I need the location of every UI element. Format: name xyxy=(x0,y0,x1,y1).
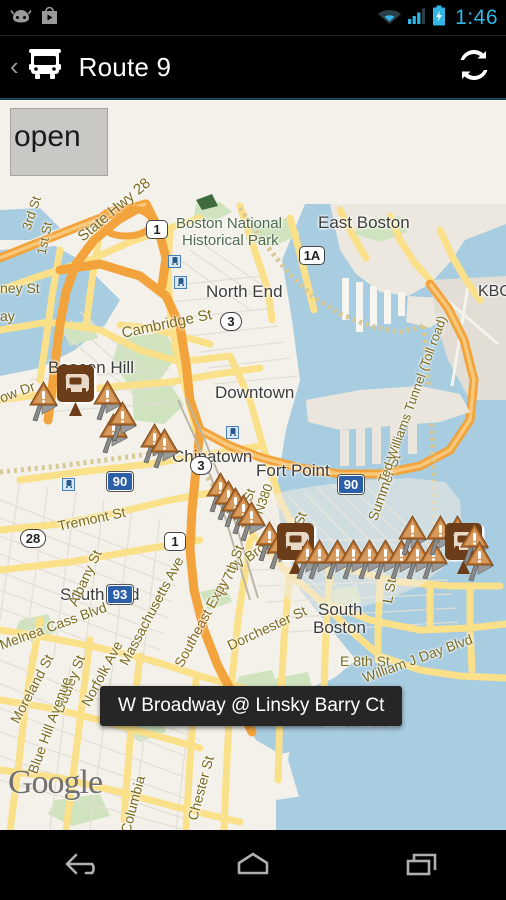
map-view[interactable]: Boston National Historical Park East Bosto… xyxy=(0,100,506,830)
stop-info-label: W Broadway @ Linsky Barry Ct xyxy=(118,695,385,716)
route-warning-marker[interactable] xyxy=(29,380,59,424)
system-navigation-bar xyxy=(0,832,506,900)
status-bar-clock: 1:46 xyxy=(455,5,498,29)
route-warning-marker[interactable] xyxy=(150,427,180,471)
status-bar-indicators: 1:46 xyxy=(377,5,498,31)
back-arrow-icon xyxy=(64,851,104,882)
wifi-icon xyxy=(377,6,402,30)
home-button[interactable] xyxy=(169,832,338,900)
route-warning-marker[interactable] xyxy=(465,540,495,584)
status-bar: 1:46 xyxy=(0,0,506,35)
refresh-icon[interactable] xyxy=(456,47,492,88)
route-warning-marker[interactable] xyxy=(108,400,138,444)
battery-charging-icon xyxy=(432,5,446,31)
back-chevron-icon[interactable]: ‹ xyxy=(8,53,25,82)
google-attribution: Google xyxy=(8,764,103,801)
recents-button[interactable] xyxy=(337,832,506,900)
android-device-screen: 1:46 ‹ Route 9 Boston National Historica… xyxy=(0,0,506,900)
home-icon xyxy=(236,851,270,882)
back-button[interactable] xyxy=(0,832,169,900)
android-head-icon xyxy=(10,8,32,28)
signal-icon xyxy=(407,6,427,30)
map-overlay-label: open xyxy=(14,120,81,153)
recents-icon xyxy=(406,851,438,882)
play-store-icon xyxy=(41,6,58,30)
action-bar: ‹ Route 9 xyxy=(0,36,506,98)
stop-info-window[interactable]: W Broadway @ Linsky Barry Ct xyxy=(100,686,403,726)
bus-icon[interactable] xyxy=(25,48,65,87)
page-title: Route 9 xyxy=(78,51,172,82)
status-bar-notifications xyxy=(10,6,58,30)
